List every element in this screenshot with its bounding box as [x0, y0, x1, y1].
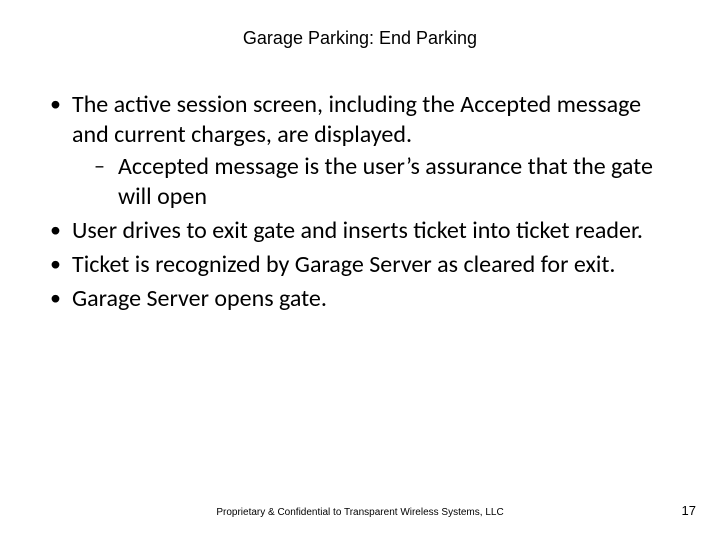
- list-item: The active session screen, including the…: [48, 90, 672, 212]
- list-item: User drives to exit gate and inserts tic…: [48, 216, 672, 246]
- bullet-text: Garage Server opens gate.: [72, 284, 327, 313]
- bullet-text: The active session screen, including the…: [72, 90, 641, 149]
- page-number: 17: [682, 503, 696, 518]
- slide: Garage Parking: End Parking The active s…: [0, 0, 720, 540]
- list-item: Ticket is recognized by Garage Server as…: [48, 250, 672, 280]
- list-item: Accepted message is the user’s assurance…: [88, 152, 672, 212]
- slide-title: Garage Parking: End Parking: [0, 28, 720, 49]
- bullet-text: Ticket is recognized by Garage Server as…: [72, 250, 615, 279]
- bullet-text: Accepted message is the user’s assurance…: [118, 152, 653, 211]
- sub-list: Accepted message is the user’s assurance…: [72, 152, 672, 212]
- list-item: Garage Server opens gate.: [48, 284, 672, 314]
- slide-body: The active session screen, including the…: [48, 90, 672, 318]
- footer-text: Proprietary & Confidential to Transparen…: [0, 507, 720, 518]
- bullet-list: The active session screen, including the…: [48, 90, 672, 314]
- bullet-text: User drives to exit gate and inserts tic…: [72, 216, 643, 245]
